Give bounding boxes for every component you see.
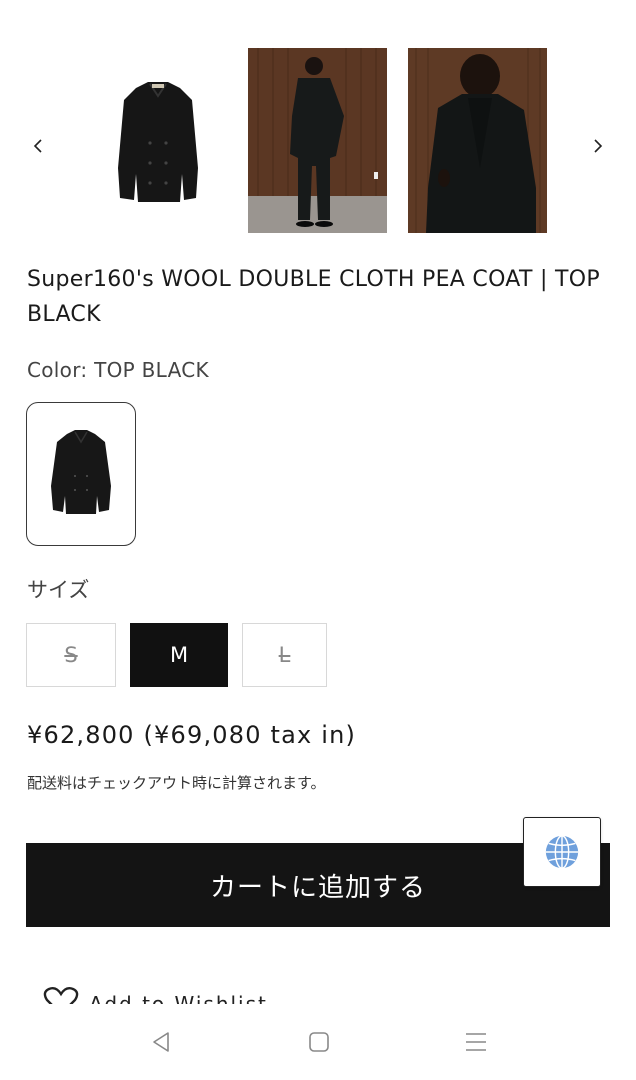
size-label: サイズ [27, 578, 90, 602]
menu-lines-icon [466, 1033, 486, 1051]
heart-icon [43, 986, 79, 1004]
product-price: ¥62,800 (¥69,080 tax in) [27, 721, 357, 749]
color-value: TOP BLACK [94, 358, 209, 382]
add-to-wishlist-button[interactable]: Add to Wishlist [43, 986, 268, 1004]
product-title: Super160's WOOL DOUBLE CLOTH PEA COAT | … [27, 267, 600, 327]
color-label: Color: [27, 358, 88, 382]
product-image-gallery [0, 46, 636, 236]
chevron-left-icon [33, 139, 42, 153]
gallery-next-button[interactable] [585, 134, 609, 158]
home-square-icon [309, 1032, 329, 1052]
system-home-button[interactable] [305, 1028, 333, 1056]
language-selector-button[interactable] [523, 817, 601, 887]
size-option-m[interactable]: M [130, 623, 228, 687]
gallery-image-coat[interactable] [88, 48, 227, 233]
chevron-right-icon [594, 139, 603, 153]
gallery-prev-button[interactable] [27, 134, 51, 158]
color-label-line: Color: TOP BLACK [27, 358, 209, 382]
system-navigation-bar [0, 1005, 636, 1080]
size-option-s[interactable]: S [26, 623, 116, 687]
gallery-image-model-full[interactable] [248, 48, 387, 233]
system-menu-button[interactable] [462, 1028, 490, 1056]
size-option-l[interactable]: L [242, 623, 327, 687]
globe-icon [545, 835, 579, 869]
shipping-note: 配送料はチェックアウト時に計算されます。 [27, 774, 326, 792]
gallery-image-model-closeup[interactable] [408, 48, 547, 233]
wishlist-label: Add to Wishlist [89, 992, 268, 1004]
back-triangle-icon [153, 1032, 169, 1052]
system-back-button[interactable] [147, 1028, 175, 1056]
color-swatch-top-black[interactable] [26, 402, 136, 546]
